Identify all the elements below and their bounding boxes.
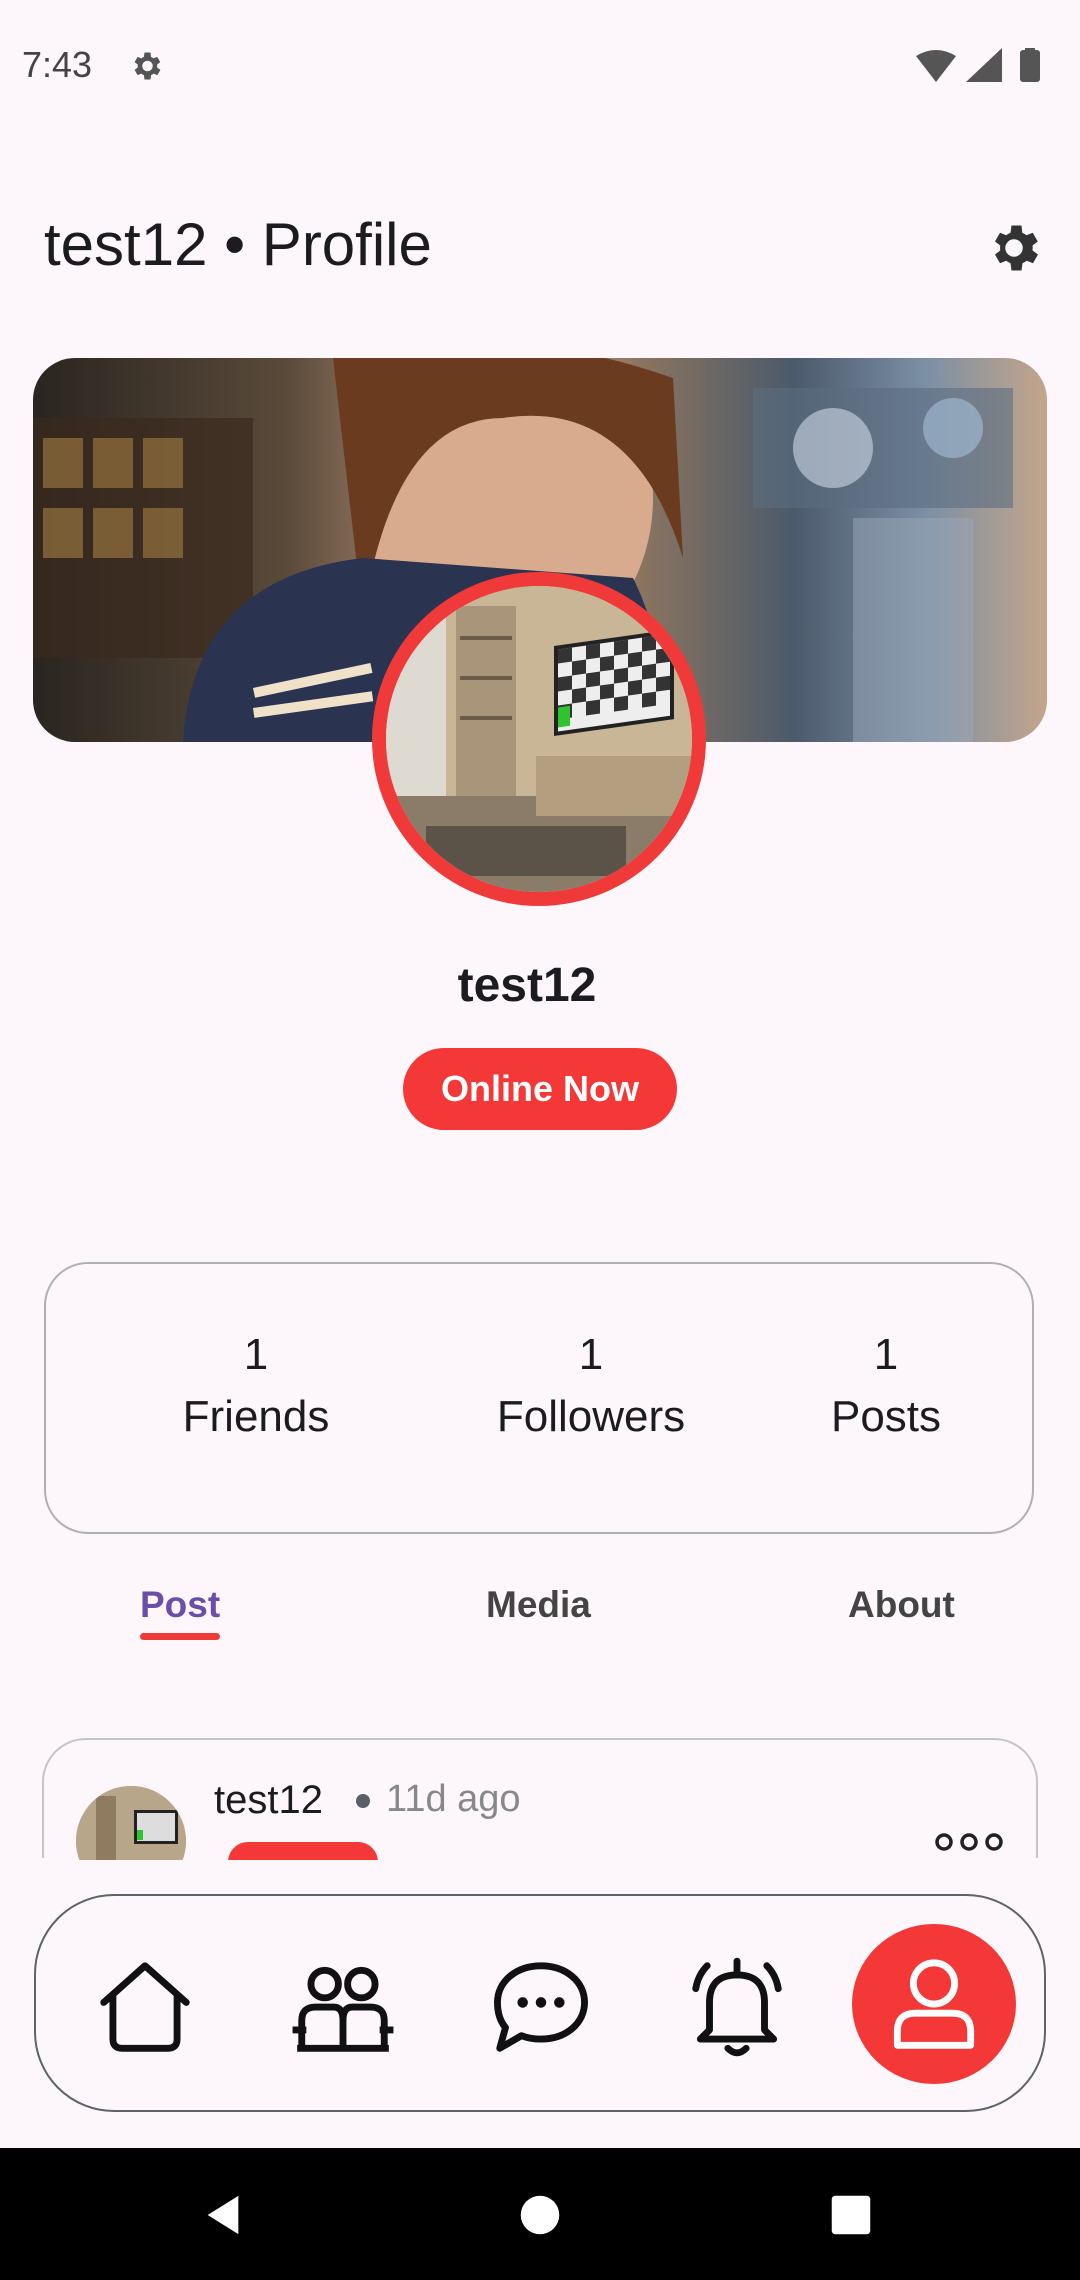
settings-gear-icon[interactable]: [984, 218, 1044, 278]
online-status-badge: Online Now: [403, 1048, 677, 1130]
stat-friends-label: Friends: [182, 1392, 330, 1441]
signal-icon: [966, 48, 1002, 82]
post-author-name[interactable]: test12: [214, 1778, 323, 1823]
back-icon[interactable]: [200, 2192, 246, 2238]
wifi-icon: [916, 50, 956, 82]
profile-username: test12: [457, 959, 597, 1012]
friends-icon[interactable]: [288, 1952, 398, 2062]
status-gear-icon: [134, 52, 161, 80]
page-title: test12 • Profile: [44, 211, 432, 278]
stat-posts[interactable]: 1 Posts: [786, 1324, 986, 1448]
stat-followers-label: Followers: [496, 1392, 686, 1441]
more-options-icon[interactable]: [934, 1830, 1004, 1854]
stat-posts-value: 1: [873, 1330, 899, 1379]
system-nav-bar: [0, 2148, 1080, 2280]
home-circle-icon[interactable]: [519, 2194, 561, 2236]
post-timestamp: 11d ago: [386, 1778, 521, 1820]
stats-card: 1 Friends 1 Followers 1 Posts: [44, 1262, 1034, 1534]
battery-icon: [1020, 50, 1040, 82]
stat-posts-label: Posts: [830, 1392, 942, 1441]
chat-icon[interactable]: [486, 1952, 596, 2062]
profile-icon[interactable]: [879, 1949, 989, 2059]
tab-media[interactable]: Media: [486, 1584, 591, 1626]
status-time: 7:43: [22, 44, 93, 85]
tab-about[interactable]: About: [848, 1584, 955, 1626]
home-icon[interactable]: [90, 1952, 200, 2062]
stat-friends-value: 1: [243, 1330, 269, 1379]
status-indicators: [916, 48, 1040, 82]
post-card[interactable]: [42, 1738, 1038, 1858]
avatar[interactable]: [386, 586, 692, 892]
stat-followers[interactable]: 1 Followers: [426, 1324, 756, 1448]
tab-post[interactable]: Post: [140, 1584, 220, 1626]
notifications-icon[interactable]: [682, 1952, 792, 2062]
post-separator-dot: [356, 1794, 370, 1808]
stat-friends[interactable]: 1 Friends: [106, 1324, 406, 1448]
avatar-art: [386, 586, 692, 892]
tab-active-indicator: [140, 1633, 220, 1640]
stat-followers-value: 1: [578, 1330, 604, 1379]
recents-icon[interactable]: [830, 2194, 872, 2236]
